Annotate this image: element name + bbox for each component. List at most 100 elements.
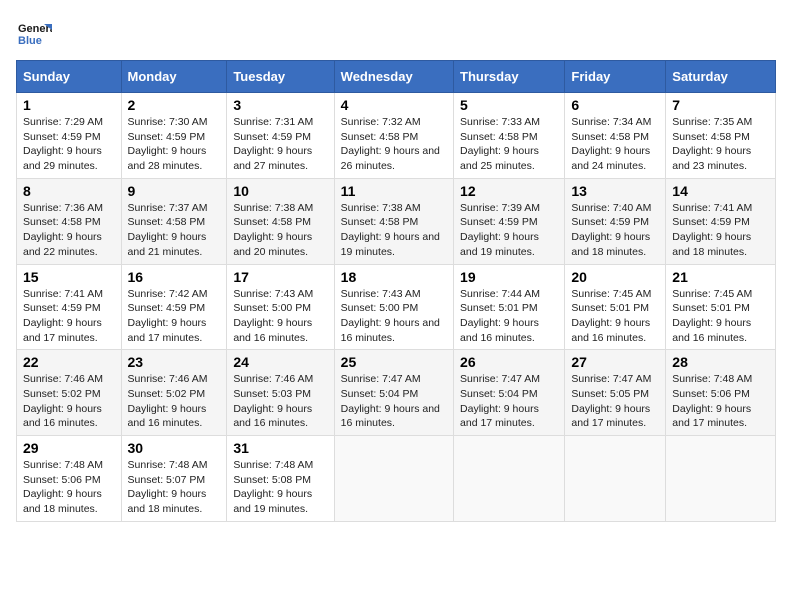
day-cell: 23 Sunrise: 7:46 AMSunset: 5:02 PMDaylig… <box>121 350 227 436</box>
day-number: 2 <box>128 97 221 113</box>
day-cell: 10 Sunrise: 7:38 AMSunset: 4:58 PMDaylig… <box>227 178 334 264</box>
day-cell: 29 Sunrise: 7:48 AMSunset: 5:06 PMDaylig… <box>17 436 122 522</box>
day-info: Sunrise: 7:36 AMSunset: 4:58 PMDaylight:… <box>23 202 103 258</box>
day-number: 26 <box>460 354 558 370</box>
day-info: Sunrise: 7:30 AMSunset: 4:59 PMDaylight:… <box>128 116 208 172</box>
day-number: 1 <box>23 97 115 113</box>
day-cell: 17 Sunrise: 7:43 AMSunset: 5:00 PMDaylig… <box>227 264 334 350</box>
day-cell: 31 Sunrise: 7:48 AMSunset: 5:08 PMDaylig… <box>227 436 334 522</box>
day-number: 21 <box>672 269 769 285</box>
day-number: 16 <box>128 269 221 285</box>
day-info: Sunrise: 7:48 AMSunset: 5:06 PMDaylight:… <box>23 459 103 515</box>
day-cell: 3 Sunrise: 7:31 AMSunset: 4:59 PMDayligh… <box>227 93 334 179</box>
day-info: Sunrise: 7:48 AMSunset: 5:06 PMDaylight:… <box>672 373 752 429</box>
day-number: 12 <box>460 183 558 199</box>
day-cell: 5 Sunrise: 7:33 AMSunset: 4:58 PMDayligh… <box>454 93 565 179</box>
day-info: Sunrise: 7:38 AMSunset: 4:58 PMDaylight:… <box>233 202 313 258</box>
day-cell: 12 Sunrise: 7:39 AMSunset: 4:59 PMDaylig… <box>454 178 565 264</box>
day-number: 25 <box>341 354 447 370</box>
day-cell: 8 Sunrise: 7:36 AMSunset: 4:58 PMDayligh… <box>17 178 122 264</box>
day-cell <box>565 436 666 522</box>
day-info: Sunrise: 7:43 AMSunset: 5:00 PMDaylight:… <box>341 288 440 344</box>
day-number: 15 <box>23 269 115 285</box>
week-row-1: 1 Sunrise: 7:29 AMSunset: 4:59 PMDayligh… <box>17 93 776 179</box>
week-row-3: 15 Sunrise: 7:41 AMSunset: 4:59 PMDaylig… <box>17 264 776 350</box>
day-number: 29 <box>23 440 115 456</box>
day-info: Sunrise: 7:46 AMSunset: 5:03 PMDaylight:… <box>233 373 313 429</box>
day-cell <box>454 436 565 522</box>
day-number: 9 <box>128 183 221 199</box>
header-cell-saturday: Saturday <box>666 61 776 93</box>
day-number: 28 <box>672 354 769 370</box>
week-row-5: 29 Sunrise: 7:48 AMSunset: 5:06 PMDaylig… <box>17 436 776 522</box>
day-number: 14 <box>672 183 769 199</box>
day-number: 27 <box>571 354 659 370</box>
day-info: Sunrise: 7:42 AMSunset: 4:59 PMDaylight:… <box>128 288 208 344</box>
day-info: Sunrise: 7:31 AMSunset: 4:59 PMDaylight:… <box>233 116 313 172</box>
day-info: Sunrise: 7:41 AMSunset: 4:59 PMDaylight:… <box>672 202 752 258</box>
header-cell-thursday: Thursday <box>454 61 565 93</box>
day-cell: 21 Sunrise: 7:45 AMSunset: 5:01 PMDaylig… <box>666 264 776 350</box>
header-cell-monday: Monday <box>121 61 227 93</box>
header-row: SundayMondayTuesdayWednesdayThursdayFrid… <box>17 61 776 93</box>
day-cell: 14 Sunrise: 7:41 AMSunset: 4:59 PMDaylig… <box>666 178 776 264</box>
week-row-2: 8 Sunrise: 7:36 AMSunset: 4:58 PMDayligh… <box>17 178 776 264</box>
day-number: 11 <box>341 183 447 199</box>
day-info: Sunrise: 7:38 AMSunset: 4:58 PMDaylight:… <box>341 202 440 258</box>
day-cell: 22 Sunrise: 7:46 AMSunset: 5:02 PMDaylig… <box>17 350 122 436</box>
day-info: Sunrise: 7:46 AMSunset: 5:02 PMDaylight:… <box>23 373 103 429</box>
day-info: Sunrise: 7:35 AMSunset: 4:58 PMDaylight:… <box>672 116 752 172</box>
day-info: Sunrise: 7:48 AMSunset: 5:07 PMDaylight:… <box>128 459 208 515</box>
header-cell-friday: Friday <box>565 61 666 93</box>
day-cell: 1 Sunrise: 7:29 AMSunset: 4:59 PMDayligh… <box>17 93 122 179</box>
day-cell: 16 Sunrise: 7:42 AMSunset: 4:59 PMDaylig… <box>121 264 227 350</box>
day-cell: 27 Sunrise: 7:47 AMSunset: 5:05 PMDaylig… <box>565 350 666 436</box>
day-info: Sunrise: 7:37 AMSunset: 4:58 PMDaylight:… <box>128 202 208 258</box>
day-cell <box>666 436 776 522</box>
day-cell: 18 Sunrise: 7:43 AMSunset: 5:00 PMDaylig… <box>334 264 453 350</box>
day-cell: 25 Sunrise: 7:47 AMSunset: 5:04 PMDaylig… <box>334 350 453 436</box>
day-number: 31 <box>233 440 327 456</box>
day-cell: 13 Sunrise: 7:40 AMSunset: 4:59 PMDaylig… <box>565 178 666 264</box>
day-cell: 11 Sunrise: 7:38 AMSunset: 4:58 PMDaylig… <box>334 178 453 264</box>
day-info: Sunrise: 7:29 AMSunset: 4:59 PMDaylight:… <box>23 116 103 172</box>
logo-icon: General Blue <box>16 16 52 52</box>
day-number: 24 <box>233 354 327 370</box>
day-number: 20 <box>571 269 659 285</box>
day-cell: 2 Sunrise: 7:30 AMSunset: 4:59 PMDayligh… <box>121 93 227 179</box>
day-info: Sunrise: 7:44 AMSunset: 5:01 PMDaylight:… <box>460 288 540 344</box>
svg-text:Blue: Blue <box>18 35 42 47</box>
day-number: 5 <box>460 97 558 113</box>
day-number: 10 <box>233 183 327 199</box>
day-number: 4 <box>341 97 447 113</box>
day-number: 30 <box>128 440 221 456</box>
day-cell: 24 Sunrise: 7:46 AMSunset: 5:03 PMDaylig… <box>227 350 334 436</box>
day-cell: 20 Sunrise: 7:45 AMSunset: 5:01 PMDaylig… <box>565 264 666 350</box>
header-cell-tuesday: Tuesday <box>227 61 334 93</box>
day-info: Sunrise: 7:39 AMSunset: 4:59 PMDaylight:… <box>460 202 540 258</box>
day-number: 19 <box>460 269 558 285</box>
day-info: Sunrise: 7:45 AMSunset: 5:01 PMDaylight:… <box>571 288 651 344</box>
day-cell: 28 Sunrise: 7:48 AMSunset: 5:06 PMDaylig… <box>666 350 776 436</box>
header-cell-wednesday: Wednesday <box>334 61 453 93</box>
day-info: Sunrise: 7:43 AMSunset: 5:00 PMDaylight:… <box>233 288 313 344</box>
day-cell: 4 Sunrise: 7:32 AMSunset: 4:58 PMDayligh… <box>334 93 453 179</box>
header-cell-sunday: Sunday <box>17 61 122 93</box>
day-info: Sunrise: 7:47 AMSunset: 5:05 PMDaylight:… <box>571 373 651 429</box>
day-cell: 9 Sunrise: 7:37 AMSunset: 4:58 PMDayligh… <box>121 178 227 264</box>
day-info: Sunrise: 7:40 AMSunset: 4:59 PMDaylight:… <box>571 202 651 258</box>
day-info: Sunrise: 7:47 AMSunset: 5:04 PMDaylight:… <box>460 373 540 429</box>
day-info: Sunrise: 7:34 AMSunset: 4:58 PMDaylight:… <box>571 116 651 172</box>
calendar-table: SundayMondayTuesdayWednesdayThursdayFrid… <box>16 60 776 522</box>
calendar-header: SundayMondayTuesdayWednesdayThursdayFrid… <box>17 61 776 93</box>
day-cell: 6 Sunrise: 7:34 AMSunset: 4:58 PMDayligh… <box>565 93 666 179</box>
day-cell: 15 Sunrise: 7:41 AMSunset: 4:59 PMDaylig… <box>17 264 122 350</box>
logo: General Blue <box>16 16 52 52</box>
day-number: 7 <box>672 97 769 113</box>
day-number: 6 <box>571 97 659 113</box>
day-number: 17 <box>233 269 327 285</box>
day-number: 8 <box>23 183 115 199</box>
day-cell: 19 Sunrise: 7:44 AMSunset: 5:01 PMDaylig… <box>454 264 565 350</box>
day-info: Sunrise: 7:41 AMSunset: 4:59 PMDaylight:… <box>23 288 103 344</box>
day-info: Sunrise: 7:32 AMSunset: 4:58 PMDaylight:… <box>341 116 440 172</box>
